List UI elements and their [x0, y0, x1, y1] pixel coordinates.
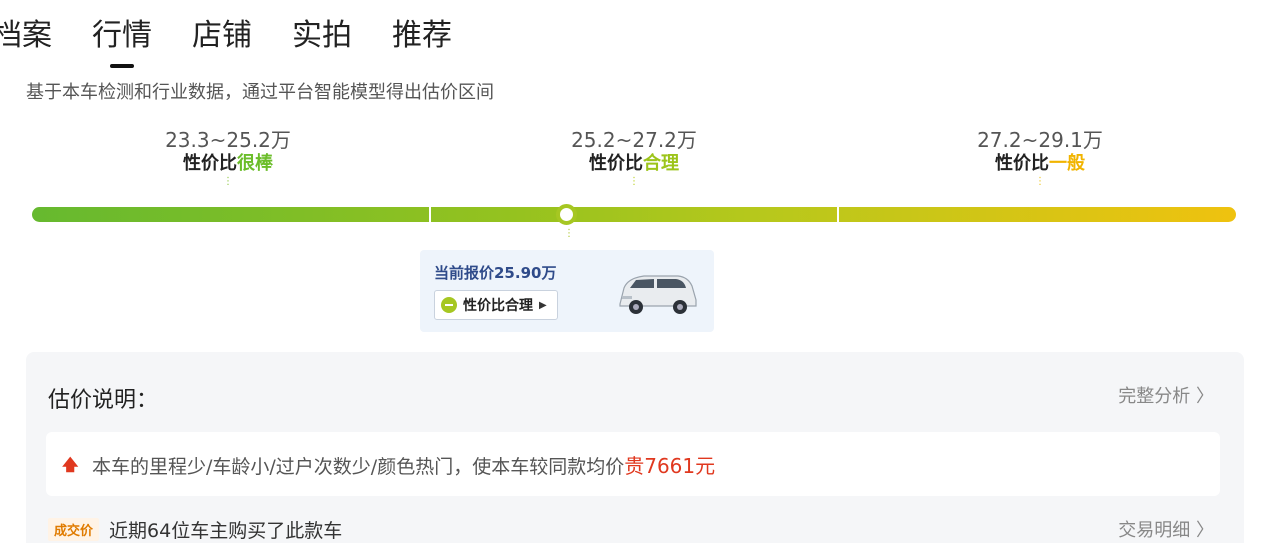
dotted-connector: ⋮ — [629, 176, 639, 187]
tab-market[interactable]: 行情 — [92, 14, 152, 58]
range-level: 性价比很棒 — [183, 153, 273, 174]
dotted-connector: ⋮ — [564, 228, 574, 239]
range-level: 性价比合理 — [589, 153, 679, 174]
range-value: 25.2~27.2万 — [571, 128, 697, 152]
price-gradient-bar — [32, 207, 1236, 222]
tab-store[interactable]: 店铺 — [192, 14, 252, 58]
tab-bar: 档案 行情 店铺 实拍 推荐 — [0, 14, 492, 58]
panel-title: 估价说明： — [48, 388, 159, 413]
reason-row: 🡅 本车的里程少/车龄小/过户次数少/颜色热门，使本车较同款均价贵7661元 — [46, 432, 1220, 496]
smile-icon — [441, 297, 457, 313]
range-value: 23.3~25.2万 — [165, 128, 291, 152]
price-range-great: 23.3~25.2万 性价比很棒 ⋮ — [128, 128, 328, 188]
chip-label: 性价比合理 — [463, 298, 533, 314]
tab-photos[interactable]: 实拍 — [292, 14, 352, 58]
dotted-connector: ⋮ — [1035, 176, 1045, 187]
price-range-reasonable: 25.2~27.2万 性价比合理 ⋮ — [534, 128, 734, 188]
up-arrow-icon: 🡅 — [62, 455, 79, 474]
deal-text: 近期64位车主购买了此款车 — [109, 520, 343, 542]
value-rating-chip[interactable]: 性价比合理 ▶ — [434, 290, 558, 320]
bar-divider — [837, 207, 839, 222]
full-analysis-link[interactable]: 完整分析 〉 — [1118, 382, 1214, 408]
reason-text: 本车的里程少/车龄小/过户次数少/颜色热门，使本车较同款均价贵7661元 — [92, 454, 716, 478]
current-price-card: 当前报价25.90万 性价比合理 ▶ — [420, 250, 714, 332]
dotted-connector: ⋮ — [223, 176, 233, 187]
range-value: 27.2~29.1万 — [977, 128, 1103, 152]
deal-row: 成交价 近期64位车主购买了此款车 — [48, 516, 342, 543]
deal-price-badge: 成交价 — [48, 518, 100, 541]
estimate-explanation-panel: 估价说明： 完整分析 〉 🡅 本车的里程少/车龄小/过户次数少/颜色热门，使本车… — [26, 352, 1244, 543]
current-price-label: 当前报价25.90万 — [434, 264, 557, 282]
transaction-details-link[interactable]: 交易明细 〉 — [1118, 516, 1214, 542]
tab-recommend[interactable]: 推荐 — [392, 14, 452, 58]
tab-archive[interactable]: 档案 — [0, 14, 52, 58]
price-range-average: 27.2~29.1万 性价比一般 ⋮ — [940, 128, 1140, 188]
intro-text: 基于本车检测和行业数据，通过平台智能模型得出估价区间 — [26, 82, 494, 103]
car-image — [619, 275, 697, 314]
range-level: 性价比一般 — [995, 153, 1085, 174]
current-price-marker — [556, 204, 577, 225]
play-arrow-icon: ▶ — [539, 299, 547, 311]
bar-divider — [429, 207, 431, 222]
